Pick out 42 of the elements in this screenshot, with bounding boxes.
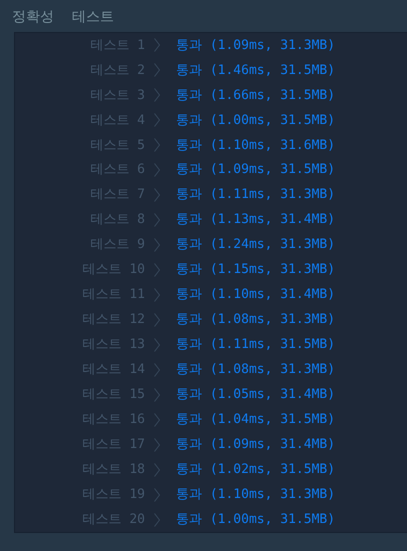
chevron-right-icon	[154, 188, 160, 202]
tab[interactable]: 테스트	[72, 6, 114, 26]
test-result: 통과 (1.10ms, 31.6MB)	[176, 136, 336, 155]
chevron-right-icon	[154, 38, 160, 52]
chevron-right-icon	[154, 213, 160, 228]
chevron-right-icon	[154, 488, 160, 502]
test-result: 통과 (1.09ms, 31.5MB)	[176, 161, 336, 180]
chevron-right-icon	[154, 462, 160, 477]
chevron-right-icon	[154, 338, 160, 352]
test-result: 통과 (1.04ms, 31.5MB)	[176, 411, 336, 430]
chevron-right-icon	[154, 238, 160, 252]
test-result: 통과 (1.10ms, 31.3MB)	[176, 486, 336, 504]
test-result: 통과 (1.09ms, 31.3MB)	[176, 36, 336, 55]
chevron-right-icon	[154, 263, 160, 278]
test-result: 통과 (1.00ms, 31.5MB)	[176, 112, 336, 130]
test-result: 통과 (1.05ms, 31.4MB)	[176, 386, 336, 404]
test-result: 통과 (1.15ms, 31.3MB)	[176, 261, 336, 280]
test-result: 통과 (1.10ms, 31.4MB)	[176, 286, 336, 304]
chevron-right-icon	[154, 438, 160, 452]
chevron-right-icon	[154, 88, 160, 102]
chevron-right-icon	[154, 362, 160, 377]
chevron-right-icon	[154, 412, 160, 427]
chevron-right-icon	[154, 388, 160, 402]
chevron-right-icon	[154, 512, 160, 527]
chevron-right-icon	[154, 63, 160, 78]
test-result: 통과 (1.11ms, 31.3MB)	[176, 186, 336, 204]
test-result: 통과 (1.00ms, 31.5MB)	[176, 510, 336, 529]
chevron-right-icon	[154, 288, 160, 302]
chevron-right-icon	[154, 113, 160, 128]
test-result: 통과 (1.24ms, 31.3MB)	[176, 236, 336, 254]
chevron-right-icon	[154, 163, 160, 178]
test-result: 통과 (1.09ms, 31.4MB)	[176, 436, 336, 454]
chevron-right-icon	[154, 312, 160, 327]
tab[interactable]: 정확성	[12, 6, 54, 26]
test-result: 통과 (1.02ms, 31.5MB)	[176, 460, 336, 479]
test-result: 통과 (1.08ms, 31.3MB)	[176, 311, 336, 330]
test-result: 통과 (1.46ms, 31.5MB)	[176, 62, 336, 80]
test-result: 통과 (1.08ms, 31.3MB)	[176, 361, 336, 380]
test-result: 통과 (1.13ms, 31.4MB)	[176, 211, 336, 230]
test-result: 통과 (1.66ms, 31.5MB)	[176, 86, 336, 105]
test-result: 통과 (1.11ms, 31.5MB)	[176, 336, 336, 354]
chevron-right-icon	[154, 138, 160, 152]
